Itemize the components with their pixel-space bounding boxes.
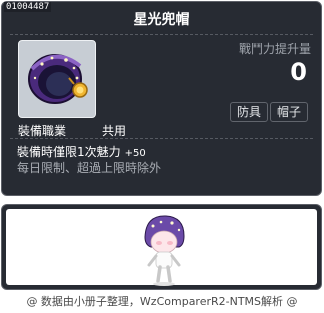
equip-job-label: 裝備職業: [18, 124, 67, 138]
charm-bonus: +50: [124, 148, 146, 159]
tag-armor: 防具: [230, 102, 269, 122]
avatar-preview-area: [6, 209, 317, 286]
equip-job-value: 共用: [102, 124, 127, 138]
charm-limit-text: 裝備時僅限1次魅力: [17, 145, 121, 159]
item-description-line1: 裝備時僅限1次魅力 +50: [17, 143, 146, 160]
item-tooltip: 01004487 星光兜帽 戰鬥力提升量 0 防具 帽子 裝備職業 共用 裝備時…: [1, 1, 322, 196]
title-divider: [10, 34, 313, 35]
avatar-preview-panel: [1, 204, 322, 290]
item-icon-frame: [18, 40, 96, 118]
credit-footer: @ 数据由小册子整理，WzComparerR2-NTMS解析 @: [26, 295, 298, 308]
combat-power-label: 戰鬥力提升量: [238, 42, 311, 56]
item-name: 星光兜帽: [133, 12, 190, 28]
character-preview-icon: [144, 215, 185, 286]
star-hood-icon: [28, 54, 88, 104]
info-divider: [10, 138, 313, 139]
item-description-line2: 每日限制、超過上限時除外: [17, 161, 162, 175]
combat-power-value: 0: [290, 58, 307, 86]
tag-hat: 帽子: [270, 102, 309, 122]
